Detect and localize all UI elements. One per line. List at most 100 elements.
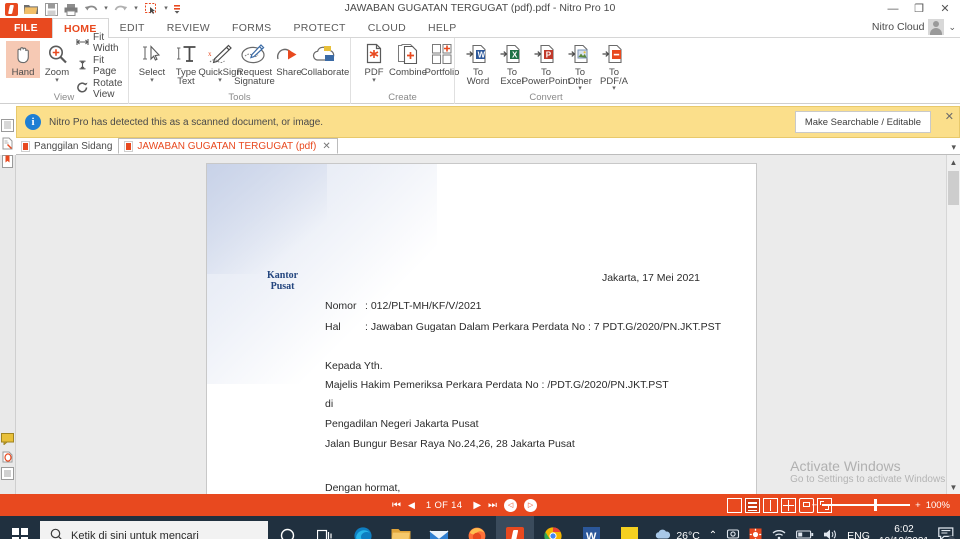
restore-button[interactable]: ❐ [906,0,932,17]
taskbar-app-mail[interactable] [420,516,458,539]
svg-text:X: X [512,50,518,59]
wifi-icon[interactable] [771,528,787,539]
tab-protect[interactable]: PROTECT [282,18,356,38]
cortana-button[interactable] [268,516,306,539]
zoom-out-button[interactable]: − [812,500,818,511]
action-center-button[interactable]: 1 [938,527,957,539]
antivirus-icon[interactable] [749,528,762,539]
type-text-button[interactable]: Type Text [169,41,203,86]
ribbon-group-convert: W To Word X To Excel P To PowerPoint To … [454,38,637,104]
tab-forms[interactable]: FORMS [221,18,282,38]
language-indicator[interactable]: ENG [847,530,870,539]
taskbar-app-word[interactable]: W [572,516,610,539]
request-signature-button[interactable]: Request Signature [234,41,275,86]
account-area[interactable]: Nitro Cloud ⌄ [872,19,956,35]
share-label: Share [276,67,302,78]
weather-widget[interactable]: 26°C [654,528,700,539]
quicksign-dropdown-caret-icon[interactable]: ▾ [218,77,222,84]
svg-text:W: W [478,50,486,59]
taskbar-app-sticky-notes[interactable] [610,516,648,539]
vertical-scrollbar[interactable]: ▲ ▼ [946,155,960,494]
avatar[interactable] [928,19,945,35]
share-icon [275,41,302,67]
view-stacked-commands: Fit Width Fit Page Rotate View [74,32,122,100]
to-pdfa-label: To PDF/A [600,67,628,87]
battery-icon[interactable] [796,529,814,539]
make-searchable-editable-button[interactable]: Make Searchable / Editable [794,111,931,133]
page-indicator[interactable]: 1 OF 14 [422,500,466,511]
last-page-button[interactable]: ⏭ [488,500,497,511]
task-view-button[interactable] [306,516,344,539]
document-viewer[interactable]: Kantor Pusat Jakarta, 17 Mei 2021 Nomor:… [16,155,960,494]
info-icon: i [25,114,41,130]
window-controls: — ❐ ✕ [880,0,958,17]
next-view-button[interactable]: ▷ [524,498,538,512]
fit-width-button[interactable]: Fit Width [76,32,122,54]
show-hidden-icons-chevron-icon[interactable]: ⌃ [709,530,717,539]
taskbar-app-edge[interactable] [344,516,382,539]
windows-logo-icon [12,527,28,539]
document-field-hal: Hal: Jawaban Gugatan Dalam Perkara Perda… [325,321,721,333]
to-pdfa-button[interactable]: To PDF/A ▾ [597,41,631,92]
ocr-panel-icon[interactable] [1,137,15,151]
bookmarks-panel-icon[interactable] [1,155,15,169]
tab-file[interactable]: FILE [0,18,52,38]
collapse-ribbon-caret-icon[interactable]: ▾ [951,142,956,153]
tab-cloud[interactable]: CLOUD [357,18,417,38]
zoom-tool-button[interactable]: Zoom ▾ [40,41,74,84]
document-tab-jawaban-gugatan-tergugat[interactable]: JAWABAN GUGATAN TERGUGAT (pdf) ✕ [118,138,338,154]
zoom-slider-knob[interactable] [874,499,878,511]
tab-review[interactable]: REVIEW [156,18,221,38]
layers-panel-icon[interactable] [1,467,15,481]
pdf-page-content: Kantor Pusat Jakarta, 17 Mei 2021 Nomor:… [207,164,756,494]
taskbar-app-file-explorer[interactable] [382,516,420,539]
notification-close-icon[interactable]: ✕ [945,110,954,123]
field-value-hal: : Jawaban Gugatan Dalam Perkara Perdata … [365,321,722,333]
scrollbar-thumb[interactable] [948,171,959,205]
account-caret-icon[interactable]: ⌄ [948,22,956,33]
two-page-icon[interactable] [763,497,778,513]
taskbar-search[interactable]: Ketik di sini untuk mencari [40,520,268,539]
to-other-button[interactable]: To Other ▾ [563,41,597,92]
previous-view-button[interactable]: ◁ [504,498,518,512]
zoom-dropdown-caret-icon[interactable]: ▾ [55,77,59,84]
zoom-in-button[interactable]: + [915,500,921,511]
taskbar-app-nitro-pro[interactable] [496,516,534,539]
to-powerpoint-button[interactable]: P To PowerPoint [522,41,570,86]
zoom-slider[interactable] [822,499,911,511]
volume-icon[interactable] [823,528,838,539]
single-page-icon[interactable] [727,497,742,513]
quicksign-button[interactable]: x QuickSign ▾ [198,41,242,84]
taskbar-app-chrome[interactable] [534,516,572,539]
document-tab-close-icon[interactable]: ✕ [322,141,330,152]
combine-button[interactable]: Combine [389,41,427,78]
document-tab-panggilan-sidang[interactable]: Panggilan Sidang [16,138,118,154]
start-button[interactable] [0,516,40,539]
next-page-button[interactable]: ▶ [473,500,481,511]
scroll-up-arrow-icon[interactable]: ▲ [947,155,960,169]
close-button[interactable]: ✕ [932,0,958,17]
scroll-down-arrow-icon[interactable]: ▼ [947,480,960,494]
select-tool-button[interactable]: Select ▾ [135,41,169,84]
tab-help[interactable]: HELP [417,18,468,38]
webcam-icon[interactable] [726,528,740,539]
previous-page-button[interactable]: ◀ [408,500,415,511]
select-dropdown-caret-icon[interactable]: ▾ [150,77,154,84]
collaborate-button[interactable]: Collaborate [301,41,349,78]
fit-page-button[interactable]: Fit Page [76,55,122,77]
to-word-button[interactable]: W To Word [461,41,495,86]
hand-tool-button[interactable]: Hand [6,41,40,78]
minimize-button[interactable]: — [880,0,906,17]
taskbar-app-firefox[interactable] [458,516,496,539]
clock[interactable]: 6:02 10/12/2021 [879,524,929,539]
grid-icon[interactable] [781,497,796,513]
create-pdf-dropdown-caret-icon[interactable]: ▾ [372,77,376,84]
create-pdf-button[interactable]: PDF ▾ [357,41,391,84]
stamps-panel-icon[interactable] [1,450,15,464]
first-page-button[interactable]: ⏮ [392,500,401,511]
to-word-label: To Word [466,67,490,87]
continuous-icon[interactable] [745,497,760,513]
pages-panel-icon[interactable] [0,119,15,133]
comments-panel-icon[interactable] [1,433,15,447]
zoom-controls: − + 100% [812,499,950,511]
